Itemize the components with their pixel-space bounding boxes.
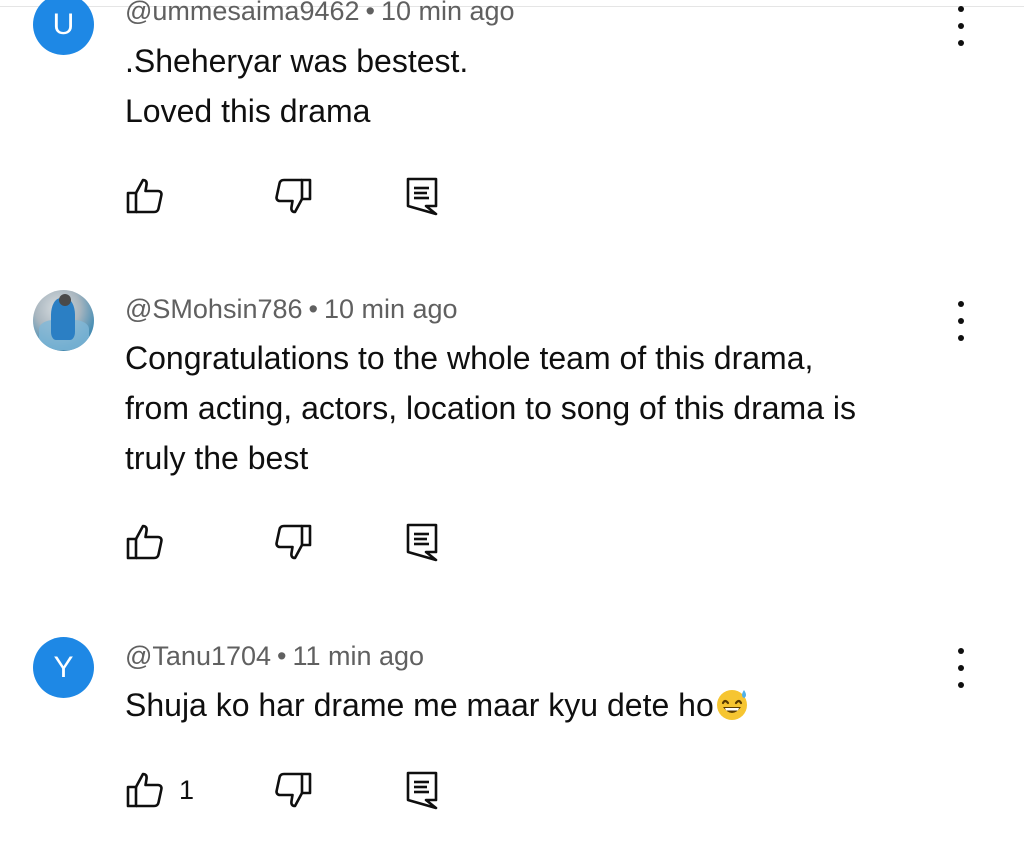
- meta-separator: •: [308, 294, 318, 324]
- reply-comment-icon: [406, 771, 438, 810]
- reply-button[interactable]: [405, 176, 441, 216]
- dislike-button[interactable]: [273, 176, 313, 216]
- reply-button[interactable]: [405, 770, 441, 810]
- thumbs-up-icon: [126, 772, 163, 808]
- thumbs-down-icon: [275, 772, 312, 808]
- like-button[interactable]: 1: [125, 770, 194, 810]
- comment-meta: @Tanu1704 • 11 min ago: [125, 641, 424, 672]
- comment-line: Loved this drama: [125, 93, 371, 129]
- comment-text: Shuja ko har drame me maar kyu dete ho: [125, 680, 955, 730]
- comment-time: 10 min ago: [323, 294, 458, 324]
- comment-line: Congratulations to the whole team of thi…: [125, 340, 814, 376]
- comment-author[interactable]: @Tanu1704: [125, 641, 271, 671]
- reply-comment-icon: [406, 523, 438, 562]
- comment-actions: [125, 176, 525, 216]
- thumbs-up-icon: [126, 524, 163, 560]
- avatar[interactable]: Y: [33, 637, 94, 698]
- grinning-sweat-emoji: [716, 690, 747, 720]
- comment-line: from acting, actors, location to song of…: [125, 390, 856, 426]
- thumbs-down-icon: [275, 524, 312, 560]
- comment-line: Shuja ko har drame me maar kyu dete ho: [125, 680, 955, 730]
- comment-line: .Sheheryar was bestest.: [125, 43, 469, 79]
- avatar[interactable]: [33, 290, 94, 351]
- avatar[interactable]: U: [33, 0, 94, 55]
- comment-line-text: Shuja ko har drame me maar kyu dete ho: [125, 687, 714, 723]
- comment-actions: 1: [125, 770, 525, 810]
- like-count: 1: [179, 774, 195, 805]
- comment-meta: @SMohsin786 • 10 min ago: [125, 294, 458, 325]
- meta-separator: •: [365, 0, 375, 26]
- avatar-letter: Y: [53, 650, 74, 684]
- meta-separator: •: [277, 641, 287, 671]
- comment-text: Congratulations to the whole team of thi…: [125, 333, 955, 483]
- dislike-button[interactable]: [273, 770, 313, 810]
- reply-comment-icon: [406, 177, 438, 216]
- comment-author[interactable]: @SMohsin786: [125, 294, 303, 324]
- reply-button[interactable]: [405, 522, 441, 562]
- comment-author[interactable]: @ummesaima9462: [125, 0, 360, 26]
- dislike-button[interactable]: [273, 522, 313, 562]
- like-button[interactable]: [125, 176, 165, 216]
- comment-time: 10 min ago: [380, 0, 515, 26]
- thumbs-down-icon: [275, 178, 312, 214]
- comment-line: truly the best: [125, 440, 309, 476]
- avatar-letter: U: [52, 7, 75, 41]
- comment-time: 11 min ago: [292, 641, 425, 671]
- like-button[interactable]: [125, 522, 165, 562]
- comment-text: .Sheheryar was bestest. Loved this drama: [125, 36, 955, 136]
- comment-actions: [125, 522, 525, 562]
- thumbs-up-icon: [126, 178, 163, 214]
- comment-meta: @ummesaima9462 • 10 min ago: [125, 0, 515, 27]
